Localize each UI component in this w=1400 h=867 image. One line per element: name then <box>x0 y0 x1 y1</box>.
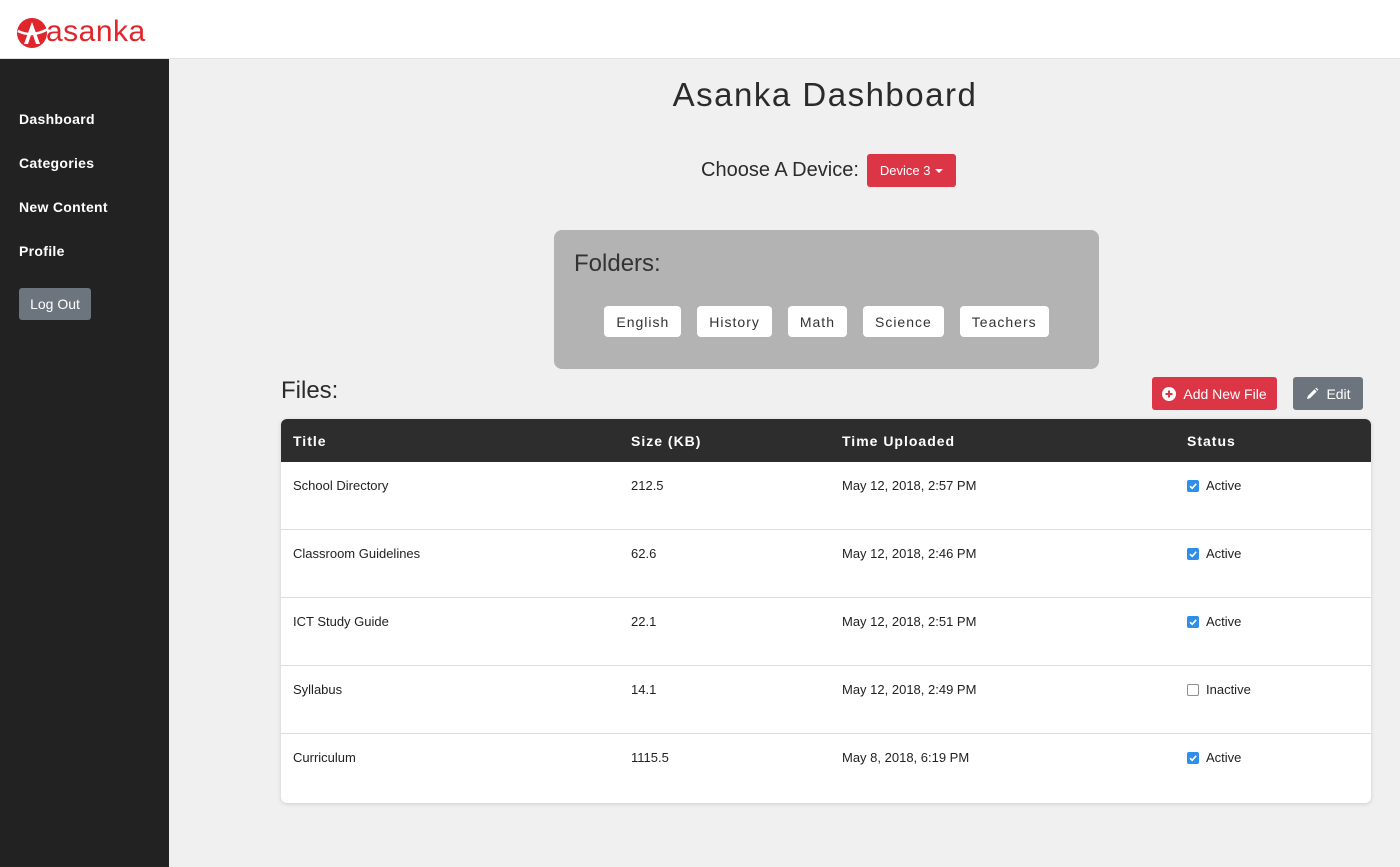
main-content: Asanka Dashboard Choose A Device: Device… <box>169 59 1400 867</box>
add-new-file-label: Add New File <box>1183 385 1267 402</box>
folder-button-teachers[interactable]: Teachers <box>959 306 1049 337</box>
file-title: School Directory <box>293 478 389 493</box>
folder-button-science[interactable]: Science <box>862 306 944 337</box>
logout-button[interactable]: Log Out <box>19 288 91 320</box>
file-time: May 12, 2018, 2:46 PM <box>842 546 977 561</box>
column-header-time[interactable]: Time Uploaded <box>842 433 955 449</box>
status-label: Active <box>1206 750 1242 765</box>
file-title: ICT Study Guide <box>293 614 389 629</box>
column-header-size[interactable]: Size (KB) <box>631 433 701 449</box>
file-status: Active <box>1187 614 1241 629</box>
sidebar-item-categories[interactable]: Categories <box>19 155 94 171</box>
table-row[interactable]: School Directory 212.5 May 12, 2018, 2:5… <box>281 462 1371 530</box>
device-label: Choose A Device: <box>701 159 859 181</box>
column-header-status[interactable]: Status <box>1187 433 1236 449</box>
status-checkbox[interactable] <box>1187 548 1199 560</box>
device-selector: Choose A Device: Device 3 <box>701 154 957 187</box>
file-status: Active <box>1187 478 1241 493</box>
table-row[interactable]: Curriculum 1115.5 May 8, 2018, 6:19 PM A… <box>281 734 1371 802</box>
sidebar: Dashboard Categories New Content Profile… <box>0 59 169 867</box>
folder-button-english[interactable]: English <box>604 306 682 337</box>
file-size: 1115.5 <box>631 750 669 765</box>
file-status: Active <box>1187 546 1241 561</box>
folder-button-math[interactable]: Math <box>787 306 847 337</box>
device-dropdown-label: Device 3 <box>879 163 931 178</box>
device-dropdown-button[interactable]: Device 3 <box>866 154 957 187</box>
table-row[interactable]: Syllabus 14.1 May 12, 2018, 2:49 PM Inac… <box>281 666 1371 734</box>
folders-title: Folders: <box>574 250 661 277</box>
logo[interactable]: asanka <box>14 14 146 50</box>
folder-button-history[interactable]: History <box>697 306 772 337</box>
file-time: May 8, 2018, 6:19 PM <box>842 750 970 765</box>
add-new-file-button[interactable]: Add New File <box>1152 377 1277 410</box>
file-title: Curriculum <box>293 750 356 765</box>
file-status: Active <box>1187 750 1241 765</box>
status-checkbox[interactable] <box>1187 684 1199 696</box>
logo-text: asanka <box>46 15 146 48</box>
sidebar-item-profile[interactable]: Profile <box>19 243 65 259</box>
status-checkbox[interactable] <box>1187 480 1199 492</box>
table-row[interactable]: ICT Study Guide 22.1 May 12, 2018, 2:51 … <box>281 598 1371 666</box>
file-status: Inactive <box>1187 682 1251 697</box>
edit-label: Edit <box>1326 385 1351 402</box>
files-table: Title Size (KB) Time Uploaded Status Sch… <box>281 419 1371 803</box>
file-title: Syllabus <box>293 682 343 697</box>
status-label: Inactive <box>1206 682 1251 697</box>
file-time: May 12, 2018, 2:57 PM <box>842 478 977 493</box>
file-size: 22.1 <box>631 614 657 629</box>
edit-button[interactable]: Edit <box>1293 377 1363 410</box>
page-title: Asanka Dashboard <box>672 76 978 113</box>
status-label: Active <box>1206 546 1242 561</box>
file-size: 62.6 <box>631 546 657 561</box>
sidebar-item-new-content[interactable]: New Content <box>19 199 108 215</box>
sidebar-item-dashboard[interactable]: Dashboard <box>19 111 95 127</box>
top-bar: asanka <box>0 0 1400 59</box>
file-size: 212.5 <box>631 478 664 493</box>
table-row[interactable]: Classroom Guidelines 62.6 May 12, 2018, … <box>281 530 1371 598</box>
logo-mark-icon <box>17 18 49 48</box>
status-checkbox[interactable] <box>1187 752 1199 764</box>
column-header-title[interactable]: Title <box>293 433 327 449</box>
status-label: Active <box>1206 478 1242 493</box>
file-time: May 12, 2018, 2:51 PM <box>842 614 977 629</box>
folder-list: English History Math Science Teachers <box>554 306 1099 337</box>
status-label: Active <box>1206 614 1242 629</box>
files-title: Files: <box>281 377 339 404</box>
pencil-icon <box>1305 387 1319 401</box>
plus-circle-icon <box>1162 386 1177 401</box>
table-header: Title Size (KB) Time Uploaded Status <box>281 419 1371 462</box>
status-checkbox[interactable] <box>1187 616 1199 628</box>
file-title: Classroom Guidelines <box>293 546 421 561</box>
caret-down-icon <box>935 168 944 173</box>
file-time: May 12, 2018, 2:49 PM <box>842 682 977 697</box>
file-size: 14.1 <box>631 682 657 697</box>
folders-panel: Folders: English History Math Science Te… <box>554 230 1099 369</box>
